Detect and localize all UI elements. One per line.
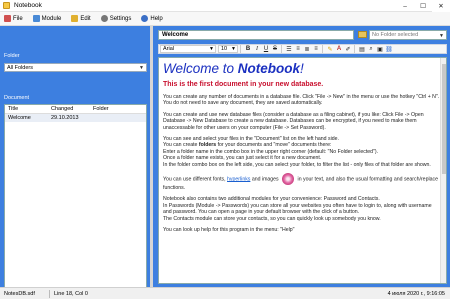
heading-prefix: Welcome to — [163, 61, 238, 76]
document-list-header: Title Changed Folder — [5, 105, 146, 114]
menu-module-label: Module — [41, 15, 62, 22]
column-header-title[interactable]: Title — [5, 106, 49, 112]
menu-help-label: Help — [150, 15, 163, 22]
folder-filter-select[interactable]: All Folders ▼ — [4, 63, 147, 72]
welcome-heading: Welcome to Notebook! — [163, 61, 440, 77]
hyperlinks-link[interactable]: hyperlinks — [227, 176, 250, 182]
scrollbar-thumb[interactable] — [442, 64, 446, 174]
heading-app-name: Notebook — [237, 61, 301, 76]
title-bar: Notebook – ☐ ✕ — [0, 0, 450, 12]
menu-file-label: File — [13, 15, 23, 22]
strikethrough-button[interactable]: S — [271, 45, 279, 53]
editor-scrollbar[interactable] — [440, 58, 446, 283]
menu-settings-label: Settings — [109, 15, 132, 22]
document-label: Document — [4, 95, 30, 101]
chevron-down-icon: ▼ — [139, 65, 144, 71]
menu-edit[interactable]: Edit — [69, 14, 92, 23]
document-folder-select[interactable]: No Folder selected ▼ — [369, 30, 447, 40]
row-changed: 29.10.2013 — [51, 115, 79, 121]
editor-pane: Welcome No Folder selected ▼ Arial ▼ 10 … — [153, 26, 450, 287]
document-title-input[interactable]: Welcome — [158, 30, 354, 40]
menu-edit-label: Edit — [80, 15, 91, 22]
status-datetime: 4 июля 2020 г., 9:16:05 — [387, 290, 445, 297]
heading-suffix: ! — [300, 61, 304, 76]
column-header-changed[interactable]: Changed — [49, 106, 91, 112]
status-bar: NotesDB.sdf Line 18, Col 0 4 июля 2020 г… — [0, 287, 450, 299]
formatting-prefix: You can use different fonts, — [163, 176, 228, 183]
subheading: This is the first document in your new d… — [163, 81, 324, 88]
status-database-file: NotesDB.sdf — [4, 290, 35, 297]
paragraph-folder-filter: In the folder combo box on the left side… — [163, 161, 431, 168]
find-icon[interactable]: ⌕ — [367, 45, 375, 53]
align-left-icon[interactable]: ≣ — [303, 45, 311, 53]
font-size-value: 10 — [221, 46, 228, 52]
menu-bar: File Module Edit Settings Help — [0, 12, 450, 26]
maximize-button[interactable]: ☐ — [414, 0, 432, 12]
edit-icon — [71, 15, 79, 22]
italic-button[interactable]: I — [253, 45, 261, 53]
module-icon — [32, 15, 40, 22]
bold-button[interactable]: B — [244, 45, 252, 53]
paragraph-new-document: You can create any number of documents i… — [163, 94, 440, 107]
color-picker-icon[interactable]: ✐ — [344, 45, 352, 53]
editor-content: Welcome to Notebook! This is the first d… — [163, 61, 440, 234]
table-row[interactable]: Welcome 29.10.2013 — [5, 114, 146, 122]
folder-label: Folder — [4, 53, 20, 59]
paste-icon[interactable]: ▤ — [358, 45, 366, 53]
row-title: Welcome — [8, 115, 31, 121]
status-divider — [49, 290, 50, 298]
menu-settings[interactable]: Settings — [99, 14, 134, 23]
chevron-down-icon: ▼ — [231, 46, 236, 52]
bullet-list-icon[interactable]: ☰ — [285, 45, 293, 53]
document-list[interactable]: Title Changed Folder Welcome 29.10.2013 — [4, 104, 147, 299]
align-center-icon[interactable]: ≡ — [312, 45, 320, 53]
format-toolbar: Arial ▼ 10 ▼ B I U S ☰ ≡ ≣ ≡ ✎ A ✐ ▤ ⌕ ▣… — [158, 44, 447, 54]
numbered-list-icon[interactable]: ≡ — [294, 45, 302, 53]
menu-file[interactable]: File — [2, 14, 25, 23]
paragraph-help: You can look up help for this program in… — [163, 227, 295, 234]
link-icon[interactable]: ⛓ — [385, 45, 393, 53]
toolbar-divider — [240, 45, 241, 53]
sidebar: Folder All Folders ▼ Document Title Chan… — [0, 26, 150, 299]
column-header-folder[interactable]: Folder — [91, 106, 146, 112]
minimize-button[interactable]: – — [396, 0, 414, 12]
font-family-select[interactable]: Arial ▼ — [160, 45, 216, 53]
help-icon — [141, 15, 149, 22]
folder-filter-value: All Folders — [7, 64, 33, 71]
chevron-down-icon: ▼ — [209, 46, 214, 52]
paragraph-databases: You can create and use new database file… — [163, 111, 424, 131]
paragraph-passwords: In Passwords (Module -> Passwords) you c… — [163, 202, 432, 216]
status-cursor-position: Line 18, Col 0 — [54, 290, 88, 297]
font-color-icon[interactable]: A — [335, 45, 343, 53]
formatting-mid: and images — [250, 176, 281, 183]
folders-bold: folders — [198, 142, 217, 149]
image-icon[interactable]: ▣ — [376, 45, 384, 53]
underline-button[interactable]: U — [262, 45, 270, 53]
paragraph-formatting: You can use different fonts, hyperlinks … — [163, 173, 440, 191]
menu-module[interactable]: Module — [31, 14, 64, 23]
toolbar-divider — [322, 45, 323, 53]
chevron-down-icon: ▼ — [439, 33, 444, 39]
toolbar-divider — [281, 45, 282, 53]
file-icon — [4, 15, 11, 22]
menu-help[interactable]: Help — [139, 14, 164, 23]
document-editor[interactable]: Welcome to Notebook! This is the first d… — [158, 57, 447, 284]
flower-image — [282, 173, 295, 186]
folders-suffix: for your documents and "move" documents … — [216, 142, 332, 149]
folder-icon — [358, 31, 367, 38]
highlight-icon[interactable]: ✎ — [326, 45, 334, 53]
toolbar-divider — [354, 45, 355, 53]
font-family-value: Arial — [163, 46, 175, 52]
gear-icon — [100, 15, 108, 22]
font-size-select[interactable]: 10 ▼ — [218, 45, 238, 53]
window-title: Notebook — [14, 2, 42, 9]
notebook-app-icon — [3, 2, 10, 9]
folders-prefix: You can create — [163, 142, 199, 149]
document-folder-placeholder: No Folder selected — [372, 32, 419, 38]
window-controls: – ☐ ✕ — [396, 0, 450, 12]
close-button[interactable]: ✕ — [432, 0, 450, 12]
